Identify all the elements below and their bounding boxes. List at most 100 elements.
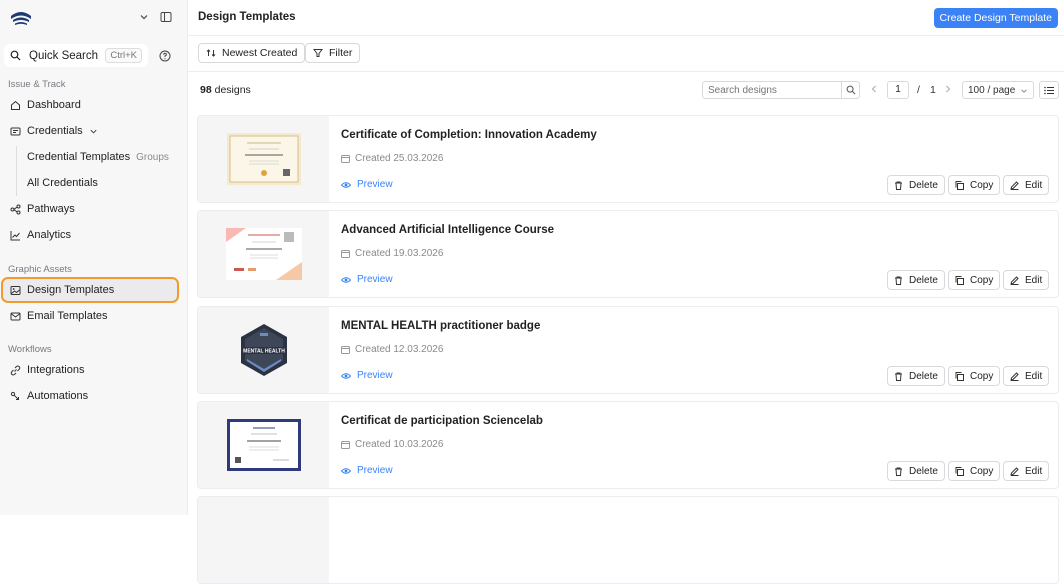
preview-link[interactable]: Preview (341, 465, 393, 476)
copy-label: Copy (970, 465, 994, 477)
per-page-select[interactable]: 100 / page (962, 81, 1034, 99)
created-date: Created 25.03.2026 (341, 153, 443, 164)
preview-link[interactable]: Preview (341, 274, 393, 285)
sidebar-item-automations[interactable]: Automations (4, 385, 178, 407)
template-thumbnail[interactable] (198, 211, 329, 297)
sidebar-item-credentials[interactable]: Credentials (4, 120, 178, 142)
sidebar-item-all-credentials[interactable]: All Credentials (27, 177, 98, 189)
trash-icon (895, 181, 902, 190)
delete-label: Delete (909, 465, 938, 477)
sidebar-item-analytics[interactable]: Analytics (4, 224, 178, 246)
sidebar-item-integrations[interactable]: Integrations (4, 359, 178, 381)
sidebar-item-label: Pathways (27, 203, 75, 215)
edit-button[interactable]: Edit (1003, 366, 1050, 386)
help-icon[interactable] (159, 50, 171, 62)
pencil-icon (1010, 275, 1019, 285)
delete-button[interactable]: Delete (887, 366, 945, 386)
template-title: Certificate of Completion: Innovation Ac… (341, 129, 597, 141)
designs-count-number: 98 (200, 84, 212, 96)
page-total: 1 (930, 84, 936, 96)
edit-label: Edit (1025, 179, 1043, 191)
sidebar-item-label: Automations (27, 390, 89, 402)
preview-label: Preview (357, 370, 393, 381)
created-date: Created 19.03.2026 (341, 248, 443, 259)
pencil-icon (1010, 371, 1019, 381)
preview-link[interactable]: Preview (341, 370, 393, 381)
pencil-icon (1010, 466, 1019, 476)
created-date-text: Created 25.03.2026 (355, 153, 444, 164)
image-icon (10, 285, 21, 295)
copy-icon (955, 466, 964, 476)
template-card[interactable]: Certificate of Completion: Innovation Ac… (197, 115, 1059, 203)
preview-label: Preview (357, 179, 393, 190)
groups-badge[interactable]: Groups (136, 152, 169, 163)
delete-button[interactable]: Delete (887, 461, 945, 481)
sidebar-item-label: Integrations (27, 364, 85, 376)
copy-icon (955, 275, 964, 285)
designs-count: 98 designs (200, 84, 251, 96)
search-designs-input[interactable] (702, 81, 842, 99)
designs-count-suffix: designs (211, 84, 251, 96)
trash-icon (895, 467, 902, 476)
top-header: Design Templates Create Design Template (188, 0, 1064, 36)
eye-icon (341, 372, 351, 379)
template-title: MENTAL HEALTH practitioner badge (341, 320, 541, 332)
sort-button[interactable]: Newest Created (198, 43, 306, 63)
chevron-down-icon (90, 129, 97, 134)
sidebar-toggle-icon[interactable] (160, 11, 172, 23)
template-card[interactable]: Certificat de participation Sciencelab C… (197, 401, 1059, 489)
copy-icon (955, 371, 964, 381)
badge-text: MENTAL HEALTH (243, 349, 285, 355)
template-card[interactable] (197, 496, 1059, 584)
sidebar-item-email-templates[interactable]: Email Templates (4, 305, 178, 327)
submenu-rail (16, 146, 17, 196)
quick-search-button[interactable]: Quick Search Ctrl+K (4, 44, 148, 67)
prev-page-icon[interactable] (869, 84, 879, 94)
delete-button[interactable]: Delete (887, 270, 945, 290)
sidebar-item-pathways[interactable]: Pathways (4, 198, 178, 220)
calendar-icon (341, 441, 350, 449)
created-date: Created 12.03.2026 (341, 344, 443, 355)
sidebar-item-dashboard[interactable]: Dashboard (4, 94, 178, 116)
edit-button[interactable]: Edit (1003, 270, 1050, 290)
search-button[interactable] (841, 81, 860, 99)
filter-button[interactable]: Filter (305, 43, 361, 63)
chevron-down-icon[interactable] (139, 12, 149, 22)
page-number-input[interactable]: 1 (887, 81, 909, 99)
sort-label: Newest Created (222, 47, 298, 59)
copy-button[interactable]: Copy (948, 270, 1001, 290)
sidebar-item-label: Credentials (27, 125, 83, 137)
home-icon (11, 100, 20, 110)
template-card[interactable]: Advanced Artificial Intelligence Course … (197, 210, 1059, 298)
shortcut-hint: Ctrl+K (105, 48, 142, 63)
sidebar-item-label: Email Templates (27, 310, 108, 322)
chevron-down-icon (1021, 89, 1027, 93)
template-card[interactable]: MENTAL HEALTH MENTAL HEALTH practitioner… (197, 306, 1059, 394)
copy-button[interactable]: Copy (948, 366, 1001, 386)
mail-icon (10, 312, 21, 320)
copy-button[interactable]: Copy (948, 175, 1001, 195)
sort-icon (206, 49, 216, 57)
create-design-template-button[interactable]: Create Design Template (933, 8, 1058, 28)
calendar-icon (341, 346, 350, 354)
created-date-text: Created 12.03.2026 (355, 344, 444, 355)
sidebar-item-credential-templates[interactable]: Credential Templates Groups (27, 151, 169, 163)
template-thumbnail[interactable]: MENTAL HEALTH (198, 307, 329, 393)
preview-label: Preview (357, 274, 393, 285)
next-page-icon[interactable] (943, 84, 953, 94)
template-thumbnail[interactable] (198, 116, 329, 202)
app-logo[interactable] (9, 8, 33, 28)
edit-button[interactable]: Edit (1003, 461, 1050, 481)
copy-button[interactable]: Copy (948, 461, 1001, 481)
delete-label: Delete (909, 274, 938, 286)
calendar-icon (341, 250, 350, 258)
list-view-toggle[interactable] (1039, 81, 1059, 99)
template-thumbnail[interactable] (198, 402, 329, 488)
delete-button[interactable]: Delete (887, 175, 945, 195)
filter-label: Filter (329, 47, 353, 59)
template-thumbnail[interactable] (198, 497, 329, 583)
edit-button[interactable]: Edit (1003, 175, 1050, 195)
sidebar-item-design-templates[interactable]: Design Templates (1, 277, 179, 303)
per-page-value: 100 / page (968, 84, 1016, 96)
preview-link[interactable]: Preview (341, 179, 393, 190)
